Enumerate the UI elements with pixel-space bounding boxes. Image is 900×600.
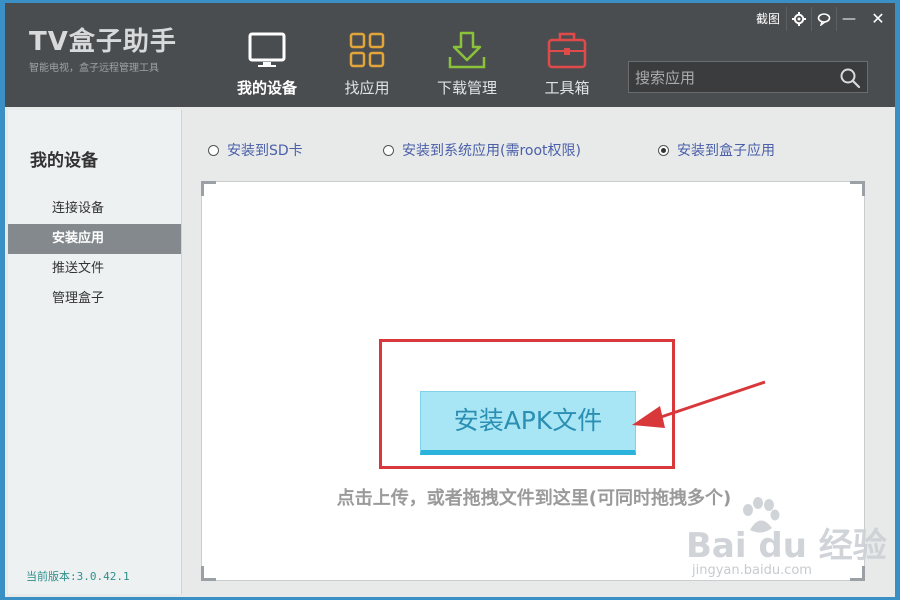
nav-label: 我的设备: [236, 79, 297, 97]
search-icon[interactable]: [839, 67, 861, 89]
radio-button[interactable]: [383, 144, 394, 156]
nav-my-devices[interactable]: 我的设备: [222, 29, 312, 101]
sidebar-item-connect-device[interactable]: 连接设备: [8, 194, 181, 224]
chat-icon: [817, 13, 831, 27]
tablet-icon: [248, 32, 286, 67]
baidu-watermark: Bai du 经验 jingyan.baidu.com: [686, 497, 887, 580]
corner-mark: [850, 181, 865, 196]
screenshot-button[interactable]: 截图: [750, 7, 786, 31]
app-logo: TV盒子助手 智能电视，盒子远程管理工具: [29, 27, 199, 87]
install-option-system-app[interactable]: 安装到系统应用(需root权限): [383, 139, 581, 161]
radio-button[interactable]: [208, 144, 219, 156]
sidebar-item-manage-box[interactable]: 管理盒子: [8, 284, 181, 314]
sidebar-item-push-files[interactable]: 推送文件: [8, 254, 181, 284]
radio-label: 安装到系统应用(需root权限): [402, 143, 581, 159]
grid-icon: [349, 32, 385, 68]
sidebar: 我的设备 连接设备 安装应用 推送文件 管理盒子 当前版本:3.0.42.1: [8, 110, 182, 594]
corner-mark: [201, 566, 216, 581]
corner-mark: [201, 181, 216, 196]
install-apk-button[interactable]: 安装APK文件: [420, 391, 636, 455]
minimize-button[interactable]: —: [836, 7, 861, 31]
window-controls: 截图 — ✕: [750, 7, 895, 31]
install-option-box-app[interactable]: 安装到盒子应用: [658, 139, 775, 161]
radio-label: 安装到SD卡: [227, 143, 303, 159]
nav-label: 找应用: [344, 79, 390, 97]
close-button[interactable]: ✕: [861, 7, 895, 31]
app-name: TV盒子助手: [29, 27, 177, 57]
radio-label: 安装到盒子应用: [677, 143, 775, 159]
paw-icon: [743, 497, 780, 533]
feedback-button[interactable]: [811, 7, 836, 31]
search-box: [628, 61, 868, 93]
nav-label: 工具箱: [544, 79, 590, 97]
title-bar: TV盒子助手 智能电视，盒子远程管理工具 我的设备 找应用 下载管理 工具箱 截…: [5, 3, 895, 107]
sidebar-list: 连接设备 安装应用 推送文件 管理盒子: [8, 194, 181, 314]
gear-icon: [792, 12, 806, 26]
search-input[interactable]: [633, 64, 833, 92]
sidebar-item-install-apps[interactable]: 安装应用: [8, 224, 181, 254]
sidebar-title: 我的设备: [30, 151, 98, 171]
nav-download-manager[interactable]: 下载管理: [422, 29, 512, 101]
app-tagline: 智能电视，盒子远程管理工具: [29, 63, 159, 74]
nav-toolbox[interactable]: 工具箱: [522, 29, 612, 101]
install-option-sd-card[interactable]: 安装到SD卡: [208, 139, 303, 161]
nav-label: 下载管理: [436, 79, 497, 97]
radio-button-selected[interactable]: [658, 144, 669, 156]
toolbox-icon: [547, 32, 587, 69]
nav-find-apps[interactable]: 找应用: [322, 29, 412, 101]
download-icon: [448, 31, 486, 69]
version-label: 当前版本:3.0.42.1: [26, 570, 130, 583]
settings-button[interactable]: [786, 7, 811, 31]
